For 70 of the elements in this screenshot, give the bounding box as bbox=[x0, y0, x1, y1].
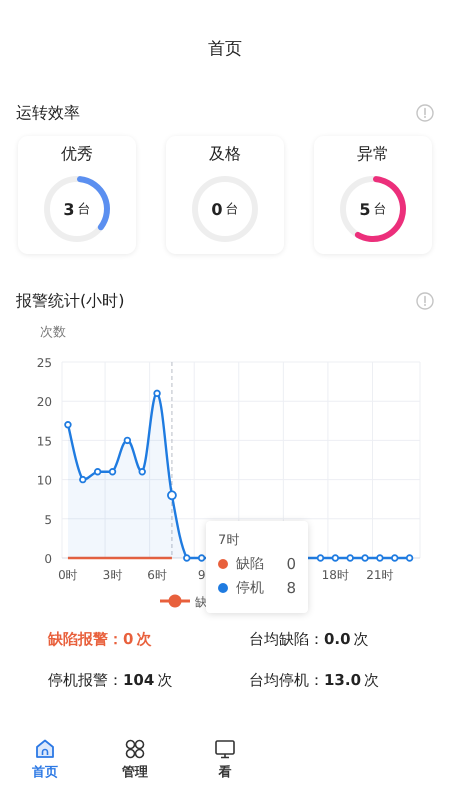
point bbox=[64, 421, 72, 428]
axis-tick-label: 0时 bbox=[58, 568, 78, 582]
unit-label: 台 bbox=[78, 201, 91, 218]
point bbox=[406, 554, 414, 562]
stat-label: 台均停机： bbox=[249, 671, 324, 690]
axis-title: 次数 bbox=[40, 325, 66, 340]
point bbox=[316, 554, 324, 562]
donut-ring bbox=[41, 173, 113, 245]
point bbox=[124, 436, 132, 444]
count-value: 3 bbox=[63, 200, 75, 218]
house-icon bbox=[34, 738, 56, 760]
series-value: 8 bbox=[286, 579, 296, 597]
point bbox=[198, 554, 206, 562]
info-icon[interactable] bbox=[416, 104, 434, 122]
axis-tick-label: 21时 bbox=[366, 568, 394, 582]
legend-label: 缺 bbox=[195, 595, 207, 609]
series-name: 缺陷 bbox=[236, 555, 265, 573]
point bbox=[108, 468, 116, 476]
point bbox=[376, 554, 384, 562]
axis-tick-label: 20 bbox=[36, 395, 52, 410]
stat-label: 台均缺陷： bbox=[249, 630, 324, 649]
point bbox=[79, 476, 86, 484]
axis-tick-label: 9 bbox=[198, 568, 206, 582]
series-value: 0 bbox=[286, 555, 296, 573]
stat-label: 缺陷报警： bbox=[48, 630, 123, 649]
unit-label: 台 bbox=[226, 201, 239, 218]
point bbox=[183, 554, 190, 562]
point bbox=[332, 554, 340, 562]
axis-tick-label: 5 bbox=[44, 512, 52, 527]
axis-tick-label: 15 bbox=[36, 434, 52, 448]
axis-tick-label: 18时 bbox=[322, 568, 349, 582]
legend-marker bbox=[160, 594, 190, 608]
section-title: 报警统计(小时) bbox=[16, 290, 124, 312]
card-label: 优秀 bbox=[61, 144, 93, 165]
series-name: 停机 bbox=[236, 579, 265, 597]
point bbox=[391, 554, 398, 562]
card-label: 及格 bbox=[209, 144, 241, 165]
nav-tab[interactable]: 首页 bbox=[0, 732, 90, 794]
point bbox=[138, 468, 146, 476]
stat-value: 104 bbox=[123, 671, 154, 689]
point bbox=[94, 468, 102, 476]
nav-tab[interactable]: 管理 bbox=[90, 732, 180, 794]
point bbox=[153, 390, 161, 398]
unit-label: 次 bbox=[354, 630, 369, 649]
tooltip-title: 7时 bbox=[218, 532, 240, 549]
stat-value: 0 bbox=[123, 630, 134, 648]
point bbox=[346, 554, 354, 562]
count-value: 5 bbox=[359, 200, 371, 218]
axis-tick-label: 6时 bbox=[147, 568, 167, 582]
axis-tick-label: 25 bbox=[36, 356, 52, 370]
unit-label: 次 bbox=[364, 671, 380, 690]
monitor-icon bbox=[214, 738, 236, 760]
point bbox=[361, 554, 369, 562]
stat-label: 停机报警： bbox=[48, 671, 123, 690]
unit-label: 台 bbox=[374, 201, 387, 218]
page-title: 首页 bbox=[208, 38, 242, 60]
unit-label: 次 bbox=[157, 671, 172, 690]
info-icon[interactable] bbox=[416, 292, 434, 310]
axis-tick-label: 3时 bbox=[102, 568, 122, 582]
donut-ring bbox=[337, 173, 409, 245]
stat-value: 13.0 bbox=[324, 671, 362, 689]
count-value: 0 bbox=[211, 200, 223, 218]
section-title: 运转效率 bbox=[16, 102, 80, 124]
unit-label: 次 bbox=[136, 630, 152, 649]
nav-tab[interactable]: 看 bbox=[180, 732, 270, 794]
axis-tick-label: 0 bbox=[44, 552, 52, 566]
stat-value: 0.0 bbox=[324, 630, 351, 648]
four-circles-icon bbox=[124, 738, 146, 760]
card-label: 异常 bbox=[357, 144, 389, 165]
axis-tick-label: 10 bbox=[36, 474, 52, 488]
